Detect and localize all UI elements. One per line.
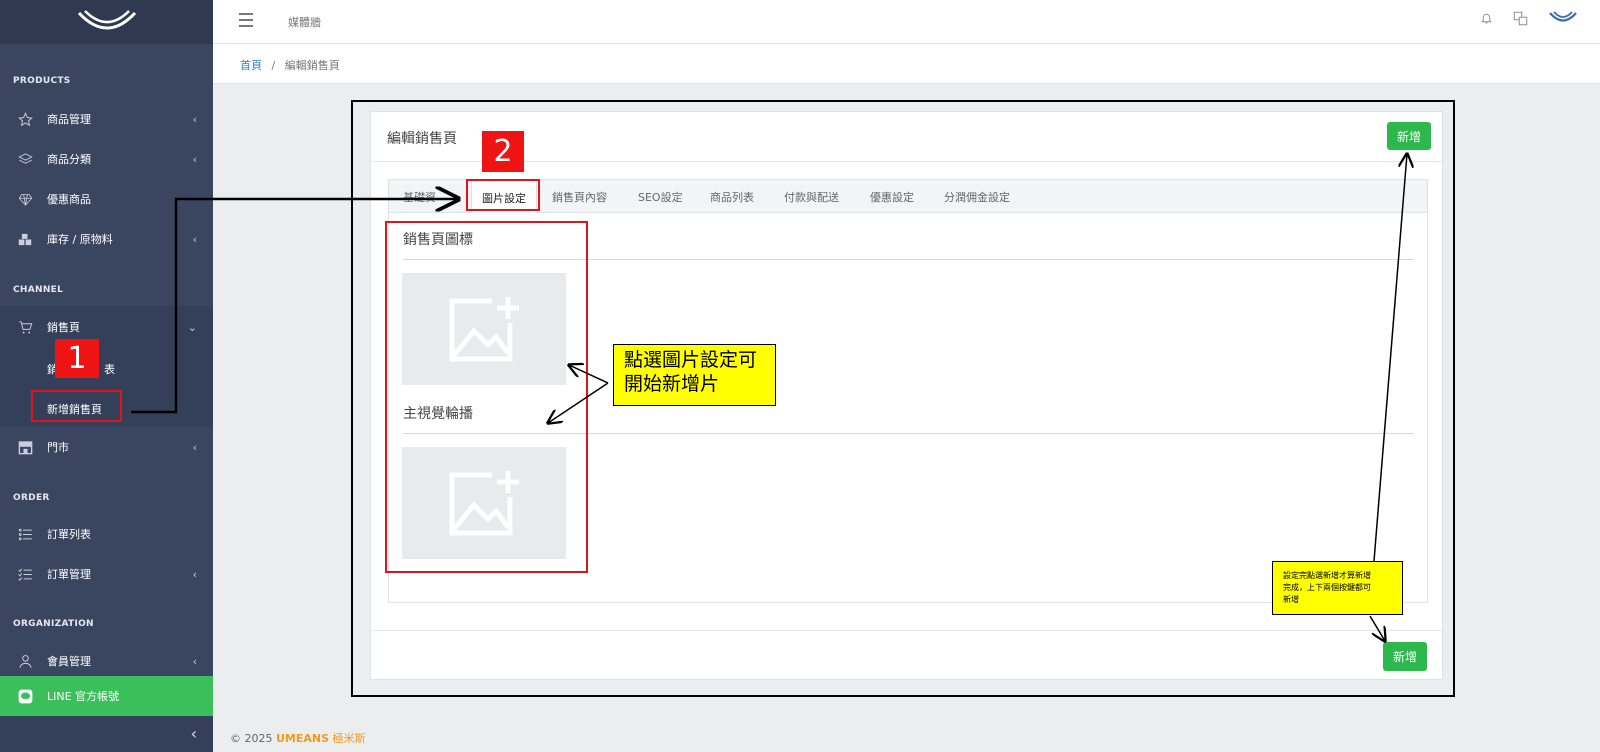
chevron-left-icon: ‹ — [190, 724, 197, 743]
brand-logo[interactable] — [0, 0, 213, 44]
tab-seo-settings[interactable]: SEO設定 — [638, 189, 683, 205]
chevron-left-icon: ‹ — [192, 567, 197, 581]
sidebar: PRODUCTS 商品管理 ‹ 商品分類 ‹ 優惠商品 庫存 / 原物料 ‹ C… — [0, 0, 213, 752]
star-icon — [16, 110, 34, 128]
note-line: 點選圖片設定可 — [624, 349, 758, 371]
note-line: 設定完點選新增才算新增 — [1283, 571, 1371, 580]
card-header: 編輯銷售頁 新增 — [371, 112, 1442, 162]
hamburger-menu-icon[interactable] — [239, 13, 253, 31]
header-actions — [1480, 10, 1578, 29]
line-icon — [16, 687, 34, 705]
footer: © 2025 UMEANS 極米斯 — [230, 730, 366, 746]
avatar[interactable] — [1548, 10, 1578, 29]
sidebar-item-label: LINE 官方帳號 — [47, 690, 120, 703]
sidebar-item-label: 銷售頁 — [47, 321, 80, 334]
sidebar-item-label: 庫存 / 原物料 — [47, 233, 113, 246]
highlight-image-sections — [385, 221, 588, 573]
sidebar-item-label: 優惠商品 — [47, 193, 91, 206]
footer-brand-cn: 極米斯 — [332, 732, 366, 745]
sidebar-item-order-list[interactable]: 訂單列表 — [0, 516, 213, 552]
breadcrumb-home-link[interactable]: 首頁 — [240, 59, 262, 72]
card-footer-divider — [371, 630, 1442, 631]
page-title: 編輯銷售頁 — [387, 131, 457, 147]
chevron-left-icon: ‹ — [192, 654, 197, 668]
sidebar-item-label: 會員管理 — [47, 655, 91, 668]
logo-icon — [77, 10, 136, 30]
chevron-down-icon: ⌄ — [187, 320, 197, 334]
sidebar-item-label: 商品管理 — [47, 113, 91, 126]
sidebar-item-inventory[interactable]: 庫存 / 原物料 ‹ — [0, 221, 213, 257]
footer-copyright: © 2025 — [230, 732, 273, 745]
breadcrumb: 首頁 / 編輯銷售頁 — [240, 57, 340, 73]
step-badge-1: 1 — [55, 339, 99, 378]
highlight-new-sales-page — [31, 390, 122, 422]
sidebar-item-label: 門市 — [47, 441, 69, 454]
subitem-label-end: 表 — [104, 363, 115, 376]
sidebar-item-order-mgmt[interactable]: 訂單管理 ‹ — [0, 556, 213, 592]
chevron-left-icon: ‹ — [192, 232, 197, 246]
tab-commission-settings[interactable]: 分潤佣金設定 — [944, 189, 1010, 205]
tab-product-list[interactable]: 商品列表 — [710, 189, 754, 205]
sidebar-item-label: 訂單列表 — [47, 528, 91, 541]
sidebar-item-member-mgmt[interactable]: 會員管理 ‹ — [0, 643, 213, 679]
sidebar-item-sales-page[interactable]: 銷售頁 ⌄ — [0, 309, 213, 345]
section-organization: ORGANIZATION — [13, 619, 94, 629]
add-button-top[interactable]: 新增 — [1387, 122, 1431, 150]
section-products: PRODUCTS — [13, 76, 71, 86]
translate-icon[interactable] — [1513, 11, 1528, 29]
breadcrumb-separator: / — [271, 59, 276, 72]
boxes-icon — [16, 230, 34, 248]
tab-discount-settings[interactable]: 優惠設定 — [870, 189, 914, 205]
sidebar-item-label: 商品分類 — [47, 153, 91, 166]
note-image-settings: 點選圖片設定可 開始新增片 — [613, 344, 776, 406]
add-button-bottom[interactable]: 新增 — [1383, 642, 1427, 671]
diamond-icon — [16, 190, 34, 208]
step-badge-2: 2 — [482, 131, 524, 172]
chevron-left-icon: ‹ — [192, 440, 197, 454]
section-channel: CHANNEL — [13, 285, 64, 295]
note-line: 完成，上下兩個按鍵都可 — [1283, 583, 1371, 592]
tab-basic-info[interactable]: 基礎資 — [403, 189, 436, 205]
user-icon — [16, 652, 34, 670]
checklist-icon — [16, 565, 34, 583]
top-header: 媒體牆 — [213, 0, 1600, 44]
layers-icon — [16, 150, 34, 168]
chevron-left-icon: ‹ — [192, 152, 197, 166]
note-line: 新增 — [1283, 595, 1299, 604]
tab-payment-shipping[interactable]: 付款與配送 — [784, 189, 839, 205]
header-title: 媒體牆 — [288, 16, 321, 29]
list-icon — [16, 525, 34, 543]
breadcrumb-bar: 首頁 / 編輯銷售頁 — [213, 44, 1600, 84]
store-icon — [16, 438, 34, 456]
sidebar-item-store[interactable]: 門市 ‹ — [0, 429, 213, 465]
bell-icon[interactable] — [1480, 11, 1493, 28]
tab-bar: 基礎資 圖片設定 銷售頁內容 SEO設定 商品列表 付款與配送 優惠設定 分潤佣… — [389, 180, 1427, 213]
tab-sales-content[interactable]: 銷售頁內容 — [552, 189, 607, 205]
sidebar-item-label: 訂單管理 — [47, 568, 91, 581]
note-save-instructions: 設定完點選新增才算新增 完成，上下兩個按鍵都可 新增 — [1272, 561, 1403, 615]
note-line: 開始新增片 — [624, 373, 720, 395]
sidebar-item-promo-products[interactable]: 優惠商品 — [0, 181, 213, 217]
sidebar-collapse-toggle[interactable]: ‹ — [0, 716, 213, 752]
sidebar-item-product-category[interactable]: 商品分類 ‹ — [0, 141, 213, 177]
chevron-left-icon: ‹ — [192, 112, 197, 126]
cart-icon — [16, 318, 34, 336]
footer-brand[interactable]: UMEANS — [276, 732, 329, 745]
highlight-image-tab — [466, 179, 540, 211]
breadcrumb-current: 編輯銷售頁 — [284, 59, 340, 72]
section-order: ORDER — [13, 493, 50, 503]
sidebar-item-product-mgmt[interactable]: 商品管理 ‹ — [0, 101, 213, 137]
sidebar-item-line-official[interactable]: LINE 官方帳號 — [0, 676, 213, 716]
